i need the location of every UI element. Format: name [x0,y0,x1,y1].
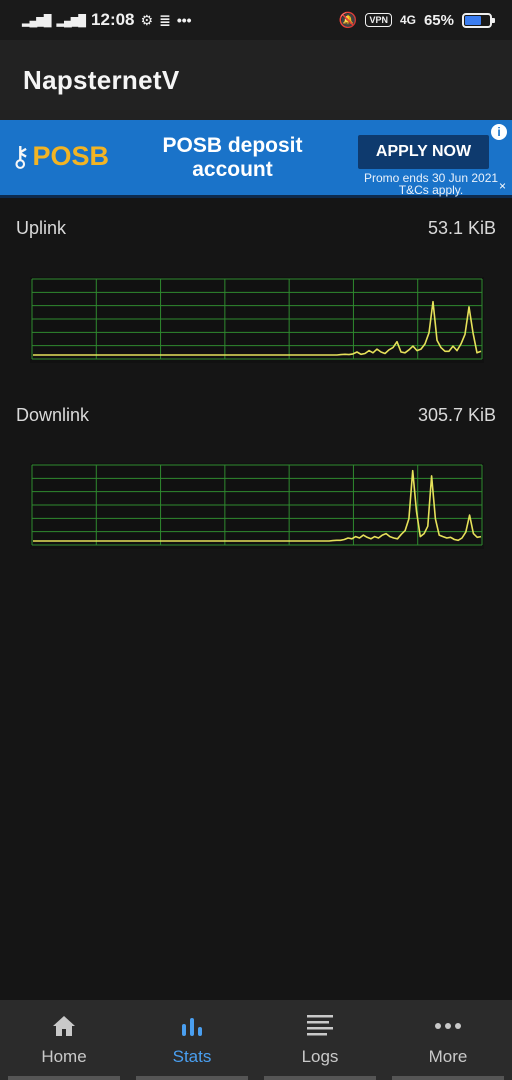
ad-promo-text: Promo ends 30 Jun 2021 T&Cs apply. [354,172,508,196]
network-type: 4G [399,13,416,27]
app-title: NapsternetV [23,64,180,95]
more-status-icon: ••• [176,12,192,28]
nav-divider [392,1076,504,1080]
vpn-badge: VPN [365,13,392,27]
ad-headline: POSB deposit account [162,134,303,181]
uplink-label: Uplink [16,217,67,238]
nav-stats[interactable]: Stats [128,1000,256,1080]
ad-close-icon[interactable]: × [499,179,506,193]
uplink-value: 53.1 KiB [427,217,496,238]
uplink-row: Uplink 53.1 KiB [0,213,512,243]
nav-home-label: Home [41,1047,87,1066]
downlink-value: 305.7 KiB [417,404,496,425]
ad-banner[interactable]: ⚷ POSB POSB deposit account APPLY NOW Pr… [0,120,512,198]
battery-icon [462,12,495,28]
status-time: 12:08 [91,10,135,29]
status-bar: ▂▄▆█ ▂▄▆█ 12:08 ⚙ ≣ ••• 🔕 VPN 4G 65% [0,0,512,40]
downlink-row: Downlink 305.7 KiB [0,400,512,430]
ad-logo: ⚷ POSB [10,140,109,173]
signal-icon-2: ▂▄▆█ [56,14,86,27]
nav-logs[interactable]: Logs [256,1000,384,1080]
battery-percent: 65% [423,11,454,29]
ad-promo-line-2: T&Cs apply. [398,183,464,197]
database-icon: ≣ [159,11,171,28]
uplink-chart [30,277,484,363]
more-dots-icon [434,1013,462,1039]
mute-bell-icon: 🔕 [338,12,358,29]
ad-brand: POSB [32,141,110,171]
app-bar: NapsternetV [0,40,512,120]
nav-logs-label: Logs [301,1047,339,1066]
nav-divider [264,1076,376,1080]
nav-more[interactable]: More [384,1000,512,1080]
apply-now-button[interactable]: APPLY NOW [358,135,489,169]
bottom-navigation: Home Stats Logs More [0,1000,512,1080]
ad-info-icon[interactable]: i [490,123,508,141]
nav-home[interactable]: Home [0,1000,128,1080]
signal-icon: ▂▄▆█ [22,14,51,27]
downlink-chart [30,463,484,549]
nav-divider [8,1076,120,1080]
nav-stats-label: Stats [172,1047,212,1066]
vpn-key-icon: ⚙ [140,11,154,28]
key-icon: ⚷ [10,141,31,172]
nav-divider [136,1076,248,1080]
bar-chart-icon [178,1013,206,1039]
downlink-label: Downlink [16,404,90,425]
home-icon [50,1013,78,1039]
list-icon [306,1013,334,1039]
nav-more-label: More [428,1047,468,1066]
